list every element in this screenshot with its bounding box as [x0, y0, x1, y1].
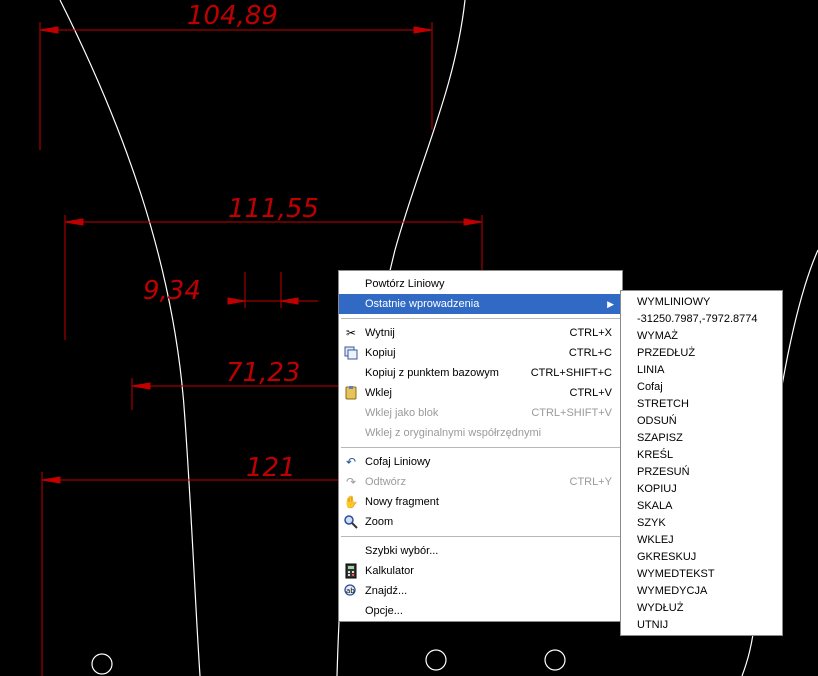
menu-item-repeat[interactable]: Powtórz Liniowy — [339, 274, 622, 294]
menu-item-quick-select-label: Szybki wybór... — [365, 545, 439, 557]
menu-item-copy-label: Kopiuj — [365, 347, 396, 359]
menu-item-options[interactable]: Opcje... — [339, 601, 622, 621]
menu-item-copy[interactable]: Kopiuj CTRL+C — [339, 343, 622, 363]
undo-icon: ↶ — [345, 455, 357, 469]
menu-item-paste-shortcut: CTRL+V — [569, 387, 613, 399]
menu-item-cut-shortcut: CTRL+X — [569, 327, 613, 339]
recent-input-submenu: WYMLINIOWY -31250.7987,-7972.8774 WYMAŻ PRZ… — [620, 290, 783, 636]
menu-item-cut-label: Wytnij — [365, 327, 395, 339]
submenu-item[interactable]: UTNIJ — [621, 617, 782, 634]
submenu-item[interactable]: WYDŁUŻ — [621, 600, 782, 617]
menu-item-undo-label: Cofaj Liniowy — [365, 456, 431, 468]
copy-icon — [343, 345, 359, 361]
dimension-label-4: 71,23 — [226, 358, 300, 388]
submenu-arrow-icon: ▶ — [607, 299, 614, 309]
dimension-label-5: 121 — [246, 453, 296, 483]
submenu-item[interactable]: WKLEJ — [621, 532, 782, 549]
menu-item-paste-label: Wklej — [365, 387, 392, 399]
calculator-icon — [343, 563, 359, 579]
scissors-icon: ✂ — [345, 326, 357, 340]
submenu-item[interactable]: LINIA — [621, 362, 782, 379]
submenu-item[interactable]: WYMEDYCJA — [621, 583, 782, 600]
menu-item-calculator[interactable]: Kalkulator — [339, 561, 622, 581]
submenu-item[interactable]: KREŚL — [621, 447, 782, 464]
menu-item-paste[interactable]: Wklej CTRL+V — [339, 383, 622, 403]
submenu-item[interactable]: Cofaj — [621, 379, 782, 396]
submenu-item[interactable]: -31250.7987,-7972.8774 — [621, 311, 782, 328]
menu-item-zoom[interactable]: Zoom — [339, 512, 622, 532]
paste-icon — [343, 385, 359, 401]
dimension-label-2: 111,55 — [228, 194, 319, 224]
menu-item-paste-block-shortcut: CTRL+SHIFT+V — [531, 407, 612, 419]
menu-item-redo-label: Odtwórz — [365, 476, 406, 488]
submenu-item[interactable]: ODSUŃ — [621, 413, 782, 430]
context-menu: Powtórz Liniowy Ostatnie wprowadzenia ▶ … — [338, 270, 623, 622]
menu-item-copy-base-label: Kopiuj z punktem bazowym — [365, 367, 499, 379]
dimension-label-3: 9,34 — [143, 276, 201, 306]
menu-item-calculator-label: Kalkulator — [365, 565, 414, 577]
menu-item-find-label: Znajdź... — [365, 585, 408, 597]
hole-2 — [425, 649, 447, 671]
submenu-item[interactable]: KOPIUJ — [621, 481, 782, 498]
menu-item-options-label: Opcje... — [365, 605, 403, 617]
menu-item-cut[interactable]: ✂ Wytnij CTRL+X — [339, 323, 622, 343]
submenu-item[interactable]: WYMEDTEKST — [621, 566, 782, 583]
hole-3 — [544, 649, 566, 671]
submenu-item[interactable]: STRETCH — [621, 396, 782, 413]
menu-item-paste-orig-label: Wklej z oryginalnymi współrzędnymi — [365, 427, 542, 439]
menu-item-undo[interactable]: ↶ Cofaj Liniowy — [339, 452, 622, 472]
submenu-item[interactable]: GKRESKUJ — [621, 549, 782, 566]
menu-separator — [341, 447, 620, 448]
menu-item-pan[interactable]: ✋ Nowy fragment — [339, 492, 622, 512]
menu-separator — [341, 318, 620, 319]
menu-separator — [341, 536, 620, 537]
submenu-item[interactable]: SZYK — [621, 515, 782, 532]
curve-left — [59, 0, 201, 676]
menu-item-redo-shortcut: CTRL+Y — [569, 476, 613, 488]
submenu-list: WYMLINIOWY -31250.7987,-7972.8774 WYMAŻ PRZ… — [621, 294, 782, 634]
menu-item-pan-label: Nowy fragment — [365, 496, 439, 508]
menu-item-find[interactable]: ab Znajdź... — [339, 581, 622, 601]
menu-item-paste-block-label: Wklej jako blok — [365, 407, 439, 419]
menu-item-repeat-label: Powtórz Liniowy — [365, 278, 445, 290]
redo-icon: ↷ — [345, 475, 357, 489]
dimension-label-1: 104,89 — [187, 1, 278, 31]
find-icon: ab — [343, 583, 359, 599]
menu-item-recent-input[interactable]: Ostatnie wprowadzenia ▶ — [339, 294, 622, 314]
zoom-icon — [343, 514, 359, 530]
menu-item-copy-shortcut: CTRL+C — [568, 347, 612, 359]
menu-item-quick-select[interactable]: Szybki wybór... — [339, 541, 622, 561]
menu-item-copy-base-point[interactable]: Kopiuj z punktem bazowym CTRL+SHIFT+C — [339, 363, 622, 383]
submenu-item[interactable]: WYMLINIOWY — [621, 294, 782, 311]
svg-text:ab: ab — [346, 587, 355, 595]
pan-icon: ✋ — [343, 495, 359, 509]
hole-1 — [91, 653, 113, 675]
menu-item-zoom-label: Zoom — [365, 516, 394, 528]
submenu-item[interactable]: PRZEDŁUŻ — [621, 345, 782, 362]
submenu-item[interactable]: WYMAŻ — [621, 328, 782, 345]
menu-item-paste-as-block[interactable]: Wklej jako blok CTRL+SHIFT+V — [339, 403, 622, 423]
menu-item-paste-original-coords[interactable]: Wklej z oryginalnymi współrzędnymi — [339, 423, 622, 443]
menu-item-recent-label: Ostatnie wprowadzenia — [365, 298, 480, 310]
menu-item-copy-base-shortcut: CTRL+SHIFT+C — [530, 367, 612, 379]
submenu-item[interactable]: PRZESUŃ — [621, 464, 782, 481]
menu-item-redo[interactable]: ↷ Odtwórz CTRL+Y — [339, 472, 622, 492]
submenu-item[interactable]: SKALA — [621, 498, 782, 515]
submenu-item[interactable]: SZAPISZ — [621, 430, 782, 447]
